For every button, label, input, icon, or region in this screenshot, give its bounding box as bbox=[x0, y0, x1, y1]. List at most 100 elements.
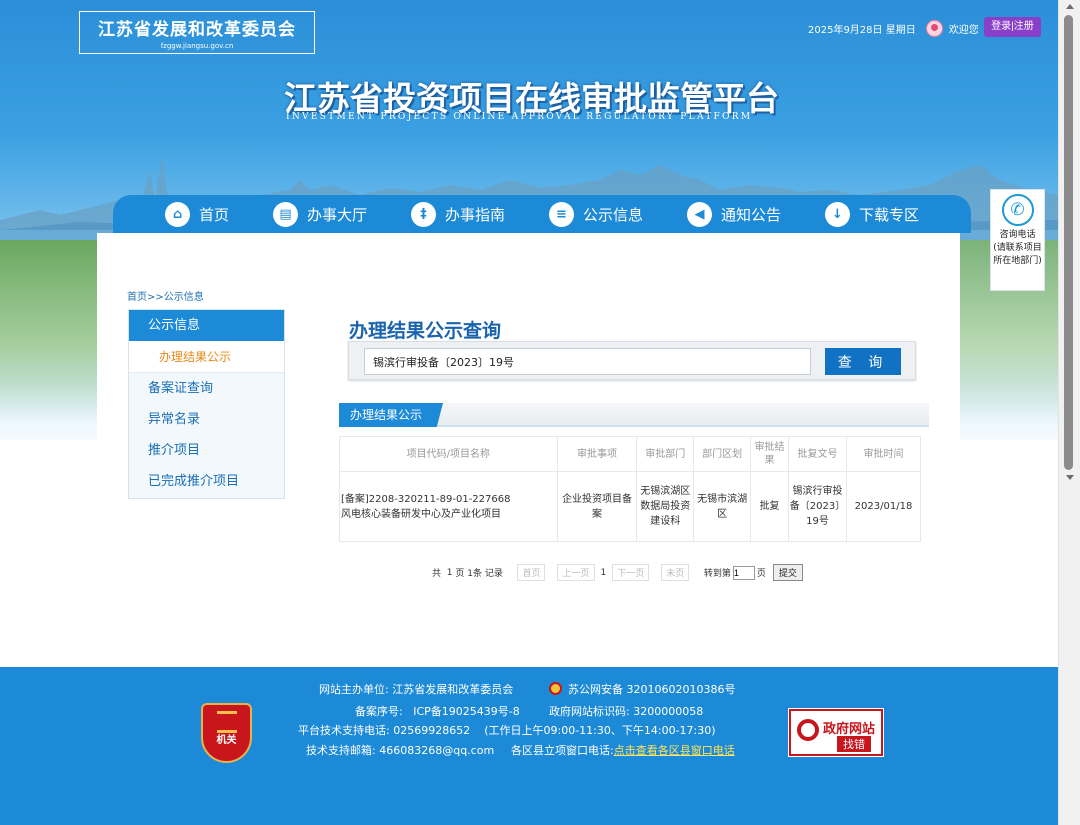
table-header-row: 项目代码/项目名称 审批事项 审批部门 部门区划 审批结果 批复文号 审批时间 bbox=[339, 436, 921, 472]
footer-icp: 备案序号: ICP备19025439号-8 bbox=[355, 703, 520, 719]
search-button[interactable]: 查 询 bbox=[825, 348, 901, 375]
nav-home[interactable]: ⌂ 首页 bbox=[164, 195, 229, 233]
pager-last-button[interactable]: 末页 bbox=[661, 564, 690, 581]
side-menu-item[interactable]: 异常名录 bbox=[129, 404, 284, 435]
side-menu: 公示信息 办理结果公示 备案证查询 异常名录 推介项目 已完成推介项目 bbox=[128, 309, 285, 499]
book-icon: ▤ bbox=[272, 201, 298, 227]
pager-prev-button[interactable]: 上一页 bbox=[557, 564, 595, 581]
footer-gov-id-value: 3200000058 bbox=[633, 705, 704, 718]
side-menu-item[interactable]: 备案证查询 bbox=[129, 373, 284, 404]
pager-submit-button[interactable]: 提交 bbox=[772, 564, 803, 581]
breadcrumb-home[interactable]: 首页 bbox=[127, 292, 147, 303]
project-code: [备案]2208-320211-89-01-227668 bbox=[341, 493, 511, 505]
result-table: 项目代码/项目名称 审批事项 审批部门 部门区划 审批结果 批复文号 审批时间 … bbox=[339, 436, 921, 542]
nav-label: 办事指南 bbox=[444, 205, 505, 224]
matter-cell: 企业投资项目备案 bbox=[556, 471, 638, 542]
county-phone-link[interactable]: 点击查看各区县窗口电话 bbox=[614, 744, 735, 757]
column-header: 部门区划 bbox=[693, 436, 752, 472]
dept-cell: 无锡滨湖区数据局投资建设科 bbox=[636, 471, 695, 542]
page-scrollbar[interactable] bbox=[1058, 0, 1080, 825]
platform-subtitle: INVESTMENT PROJECTS ONLINE APPROVAL REGU… bbox=[286, 112, 753, 122]
footer-icp-value: ICP备19025439号-8 bbox=[413, 705, 520, 718]
nav-service-hall[interactable]: ▤ 办事大厅 bbox=[272, 195, 367, 233]
user-bar: 2025年9月28日 星期日 欢迎您 bbox=[808, 17, 979, 39]
column-header: 批复文号 bbox=[788, 436, 847, 472]
footer-county: 各区县立项窗口电话:点击查看各区县窗口电话 bbox=[511, 742, 735, 758]
scroll-down-icon[interactable] bbox=[1066, 475, 1074, 480]
side-menu-result-public[interactable]: 办理结果公示 bbox=[129, 341, 284, 373]
footer-police-value: 32010602010386号 bbox=[626, 683, 736, 696]
project-code-name-cell: [备案]2208-320211-89-01-227668 风电核心装备研发中心及… bbox=[339, 471, 558, 542]
column-header: 审批事项 bbox=[556, 436, 638, 472]
footer-tech-phone-label: 平台技术支持电话: bbox=[298, 724, 390, 737]
site-logo[interactable]: 江苏省发展和改革委员会 fzggw.jiangsu.gov.cn bbox=[79, 11, 315, 54]
pager-page-word: 页 bbox=[455, 569, 465, 579]
side-menu-item[interactable]: 已完成推介项目 bbox=[129, 466, 284, 497]
nav-notices[interactable]: ◀ 通知公告 bbox=[686, 195, 781, 233]
welcome-text: 欢迎您 bbox=[948, 24, 979, 36]
pager-next-button[interactable]: 下一页 bbox=[612, 564, 650, 581]
footer-host: 网站主办单位: 江苏省发展和改革委员会 bbox=[319, 681, 513, 697]
pager-goto-input[interactable] bbox=[732, 565, 755, 580]
footer-host-label: 网站主办单位: bbox=[319, 683, 389, 696]
search-input[interactable] bbox=[364, 348, 811, 375]
footer-police-label: 苏公网安备 bbox=[568, 683, 623, 696]
table-row[interactable]: [备案]2208-320211-89-01-227668 风电核心装备研发中心及… bbox=[339, 471, 921, 542]
scroll-up-icon[interactable] bbox=[1066, 4, 1074, 9]
nav-downloads[interactable]: ↓ 下载专区 bbox=[824, 195, 919, 233]
nav-label: 首页 bbox=[198, 205, 229, 224]
scrollbar-thumb[interactable] bbox=[1064, 15, 1073, 470]
doc-no-cell: 锡滨行审投备〔2023〕19号 bbox=[788, 471, 847, 542]
home-icon: ⌂ bbox=[164, 201, 190, 227]
pager-first-button[interactable]: 首页 bbox=[517, 564, 546, 581]
footer-gov-id: 政府网站标识码: 3200000058 bbox=[549, 703, 703, 719]
org-name: 江苏省发展和改革委员会 bbox=[98, 20, 296, 40]
current-date: 2025年9月28日 星期日 bbox=[808, 24, 916, 36]
breadcrumb-current[interactable]: 公示信息 bbox=[164, 292, 204, 303]
chat-icon: ≡ bbox=[548, 201, 574, 227]
main-nav: ⌂ 首页 ▤ 办事大厅 ‡ 办事指南 ≡ 公示信息 ◀ 通知公告 ↓ 下载专区 bbox=[113, 195, 971, 233]
phone-icon: ✆ bbox=[1001, 194, 1034, 226]
region-cell: 无锡市滨湖区 bbox=[693, 471, 752, 542]
footer-county-label: 各区县立项窗口电话: bbox=[511, 744, 614, 757]
police-emblem-icon bbox=[549, 682, 562, 695]
page-title: 办理结果公示查询 bbox=[349, 320, 502, 342]
pager-total-prefix: 共 bbox=[432, 569, 442, 579]
footer: 网站主办单位: 江苏省发展和改革委员会 苏公网安备 32010602010386… bbox=[0, 667, 1058, 825]
nav-guide[interactable]: ‡ 办事指南 bbox=[410, 195, 505, 233]
column-header: 审批时间 bbox=[846, 436, 921, 472]
pager-current-page: 1 bbox=[600, 567, 607, 578]
left-landscape bbox=[0, 240, 98, 420]
badge-subtitle: 找错 bbox=[837, 736, 871, 752]
tab-result-public[interactable]: 办理结果公示 bbox=[339, 403, 443, 427]
breadcrumb: 首页>>公示信息 bbox=[127, 288, 204, 303]
page: { "header": { "org_name_cn": "江苏省发展和改革委员… bbox=[0, 0, 1080, 825]
nav-label: 下载专区 bbox=[858, 205, 919, 224]
footer-tech-phone-value: 02569928652 bbox=[393, 724, 471, 737]
column-header: 审批部门 bbox=[636, 436, 695, 472]
footer-email: 技术支持邮箱: 466083268@qq.com bbox=[306, 742, 494, 758]
org-domain: fzggw.jiangsu.gov.cn bbox=[160, 42, 234, 50]
party-org-emblem[interactable]: 机关 bbox=[201, 703, 252, 763]
breadcrumb-separator: >> bbox=[147, 292, 164, 303]
footer-police[interactable]: 苏公网安备 32010602010386号 bbox=[549, 681, 735, 697]
consult-note: (请联系项目所在地部门) bbox=[993, 243, 1042, 266]
nav-label: 公示信息 bbox=[582, 205, 643, 224]
footer-email-label: 技术支持邮箱: bbox=[306, 744, 376, 757]
footer-icp-label: 备案序号: bbox=[355, 705, 403, 718]
gov-site-error-report-badge[interactable]: 政府网站 找错 bbox=[788, 708, 884, 757]
login-register-button[interactable]: 登录|注册 bbox=[984, 17, 1041, 37]
side-menu-item[interactable]: 推介项目 bbox=[129, 435, 284, 466]
nav-public-info[interactable]: ≡ 公示信息 bbox=[548, 195, 643, 233]
side-menu-head[interactable]: 公示信息 bbox=[129, 310, 284, 341]
search-bar: 查 询 bbox=[348, 341, 916, 380]
footer-email-value: 466083268@qq.com bbox=[379, 744, 495, 757]
speaker-icon: ◀ bbox=[686, 201, 712, 227]
magnifier-icon bbox=[797, 719, 819, 741]
pager-goto-label: 转到第 bbox=[703, 569, 731, 579]
column-header: 项目代码/项目名称 bbox=[339, 436, 558, 472]
consult-phone-card[interactable]: ✆ 咨询电话 (请联系项目所在地部门) bbox=[990, 189, 1045, 291]
pagination: 共 1 页 1条 记录 首页 上一页 1 下一页 末页 转到第 页 提交 bbox=[432, 564, 803, 581]
footer-gov-id-label: 政府网站标识码: bbox=[549, 705, 630, 718]
result-tab-bar: 办理结果公示 bbox=[339, 403, 929, 427]
